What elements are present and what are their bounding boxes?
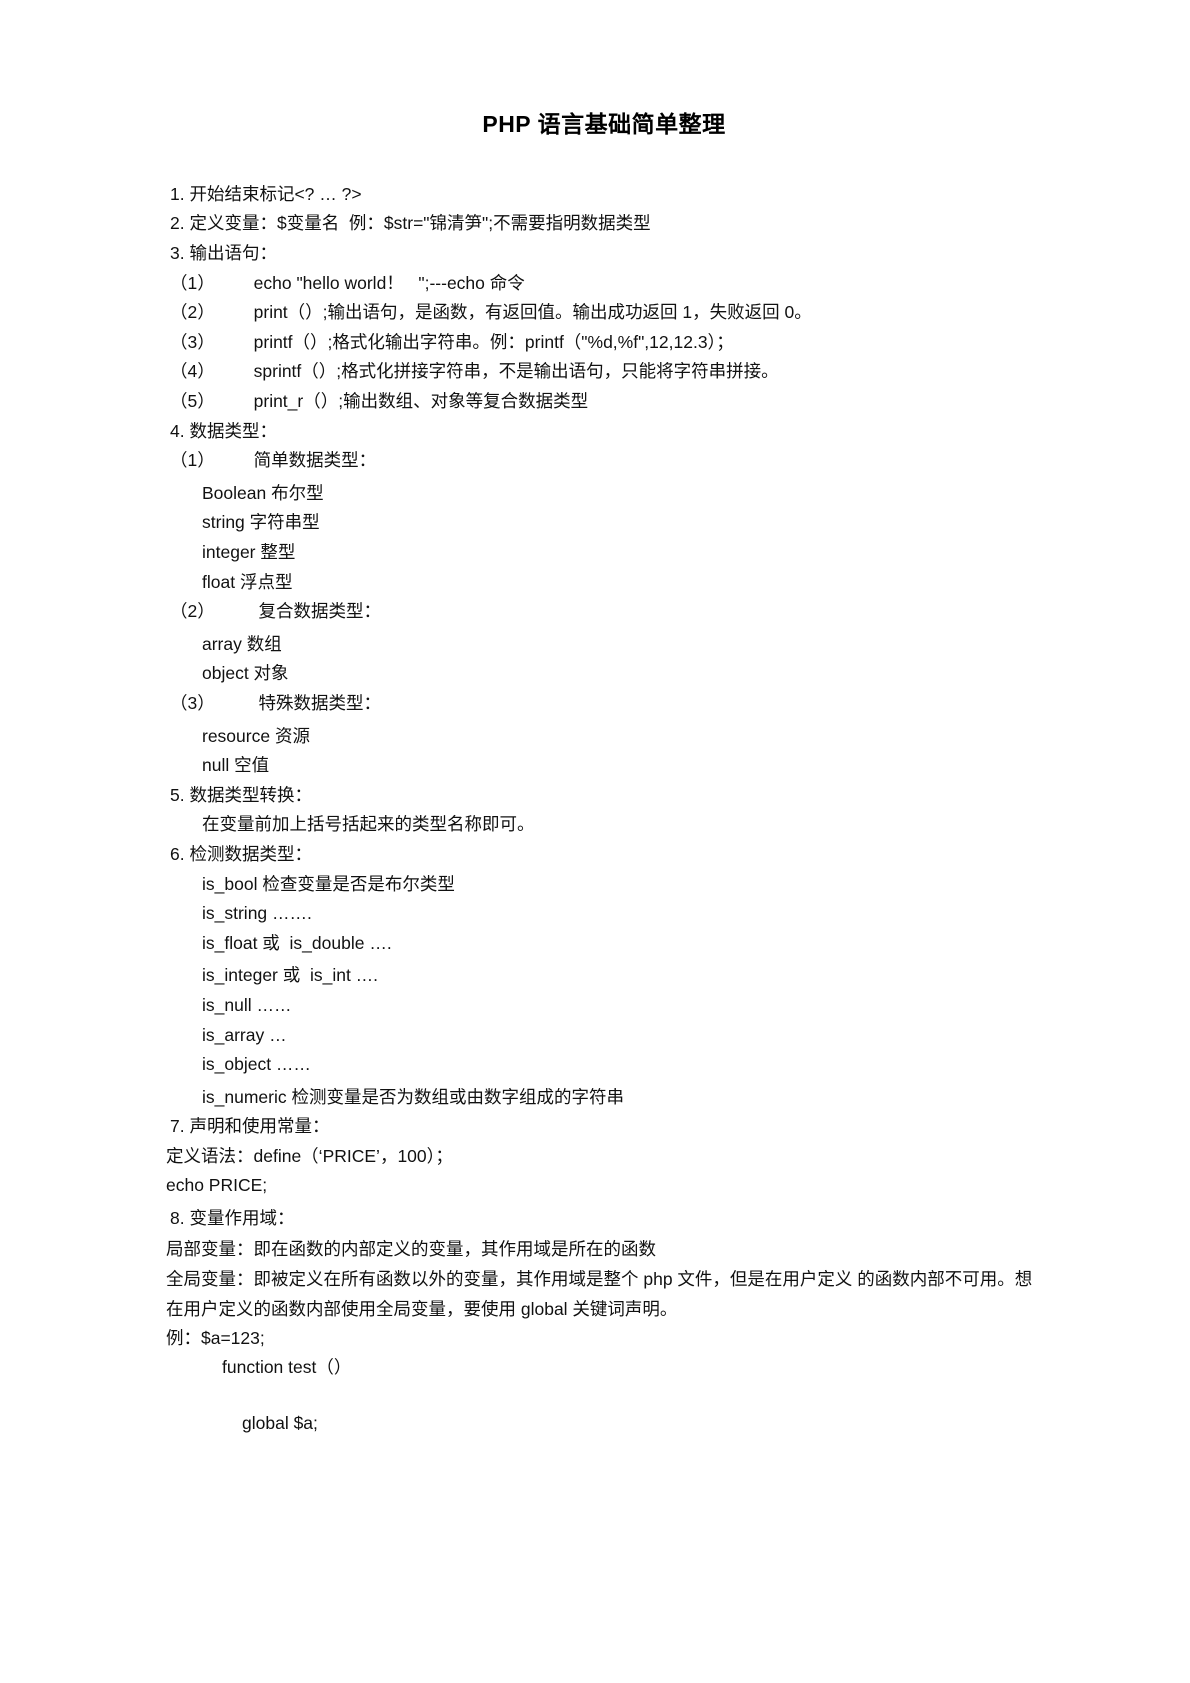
example-line-global: global $a;	[242, 1412, 318, 1433]
list-item-4-sub-2: （2） 复合数据类型：	[170, 601, 381, 622]
type-string: string 字符串型	[202, 512, 320, 533]
list-item-4: 4. 数据类型：	[170, 420, 277, 441]
list-item-5-detail: 在变量前加上括号括起来的类型名称即可。	[202, 814, 535, 835]
example-line-assign: 例：$a=123;	[166, 1327, 265, 1348]
page-title: PHP 语言基础简单整理	[482, 111, 726, 137]
list-item-4-sub-3: （3） 特殊数据类型：	[170, 692, 381, 713]
list-item-7: 7. 声明和使用常量：	[170, 1116, 330, 1137]
define-syntax: 定义语法：define（‘PRICE’，100）；	[166, 1145, 453, 1166]
fn-is-string: is_string …….	[202, 903, 312, 924]
fn-is-numeric: is_numeric 检测变量是否为数组或由数字组成的字符串	[202, 1086, 624, 1107]
document-page: PHP 语言基础简单整理 1. 开始结束标记<? … ?> 2. 定义变量：$变…	[0, 0, 1190, 1683]
list-item-4-sub-1: （1） 简单数据类型：	[170, 450, 377, 471]
list-item-1: 1. 开始结束标记<? … ?>	[170, 183, 362, 204]
fn-is-null: is_null ……	[202, 994, 292, 1015]
list-item-6: 6. 检测数据类型：	[170, 843, 312, 864]
type-boolean: Boolean 布尔型	[202, 482, 324, 503]
local-variable-paragraph: 局部变量：即在函数的内部定义的变量，其作用域是所在的函数	[166, 1238, 656, 1259]
fn-is-bool: is_bool 检查变量是否是布尔类型	[202, 873, 455, 894]
fn-is-array: is_array …	[202, 1024, 287, 1045]
echo-price: echo PRICE;	[166, 1175, 268, 1196]
list-item-3-sub-3: （3） printf（）;格式化输出字符串。例：printf（"%d,%f",1…	[170, 331, 734, 352]
type-array: array 数组	[202, 633, 282, 654]
list-item-3-sub-4: （4） sprintf（）;格式化拼接字符串，不是输出语句，只能将字符串拼接。	[170, 361, 779, 382]
type-object: object 对象	[202, 663, 289, 684]
list-item-3: 3. 输出语句：	[170, 243, 277, 264]
list-item-3-sub-5: （5） print_r（）;输出数组、对象等复合数据类型	[170, 391, 589, 412]
fn-is-float: is_float 或 is_double ….	[202, 932, 392, 953]
example-line-function: function test（）	[222, 1357, 352, 1378]
list-item-3-sub-1: （1） echo "hello world！ ";---echo 命令	[170, 272, 525, 293]
type-float: float 浮点型	[202, 571, 293, 592]
global-variable-paragraph: 全局变量：即被定义在所有函数以外的变量，其作用域是整个 php 文件，但是在用户…	[166, 1268, 1033, 1319]
fn-is-integer: is_integer 或 is_int ….	[202, 965, 379, 986]
list-item-5: 5. 数据类型转换：	[170, 784, 312, 805]
type-null: null 空值	[202, 755, 270, 776]
type-resource: resource 资源	[202, 725, 310, 746]
list-item-8: 8. 变量作用域：	[170, 1208, 295, 1229]
list-item-2: 2. 定义变量：$变量名 例：$str="锦清笋";不需要指明数据类型	[170, 213, 651, 234]
type-integer: integer 整型	[202, 542, 296, 563]
fn-is-object: is_object ……	[202, 1054, 311, 1075]
list-item-3-sub-2: （2） print（）;输出语句，是函数，有返回值。输出成功返回 1，失败返回 …	[170, 302, 812, 323]
